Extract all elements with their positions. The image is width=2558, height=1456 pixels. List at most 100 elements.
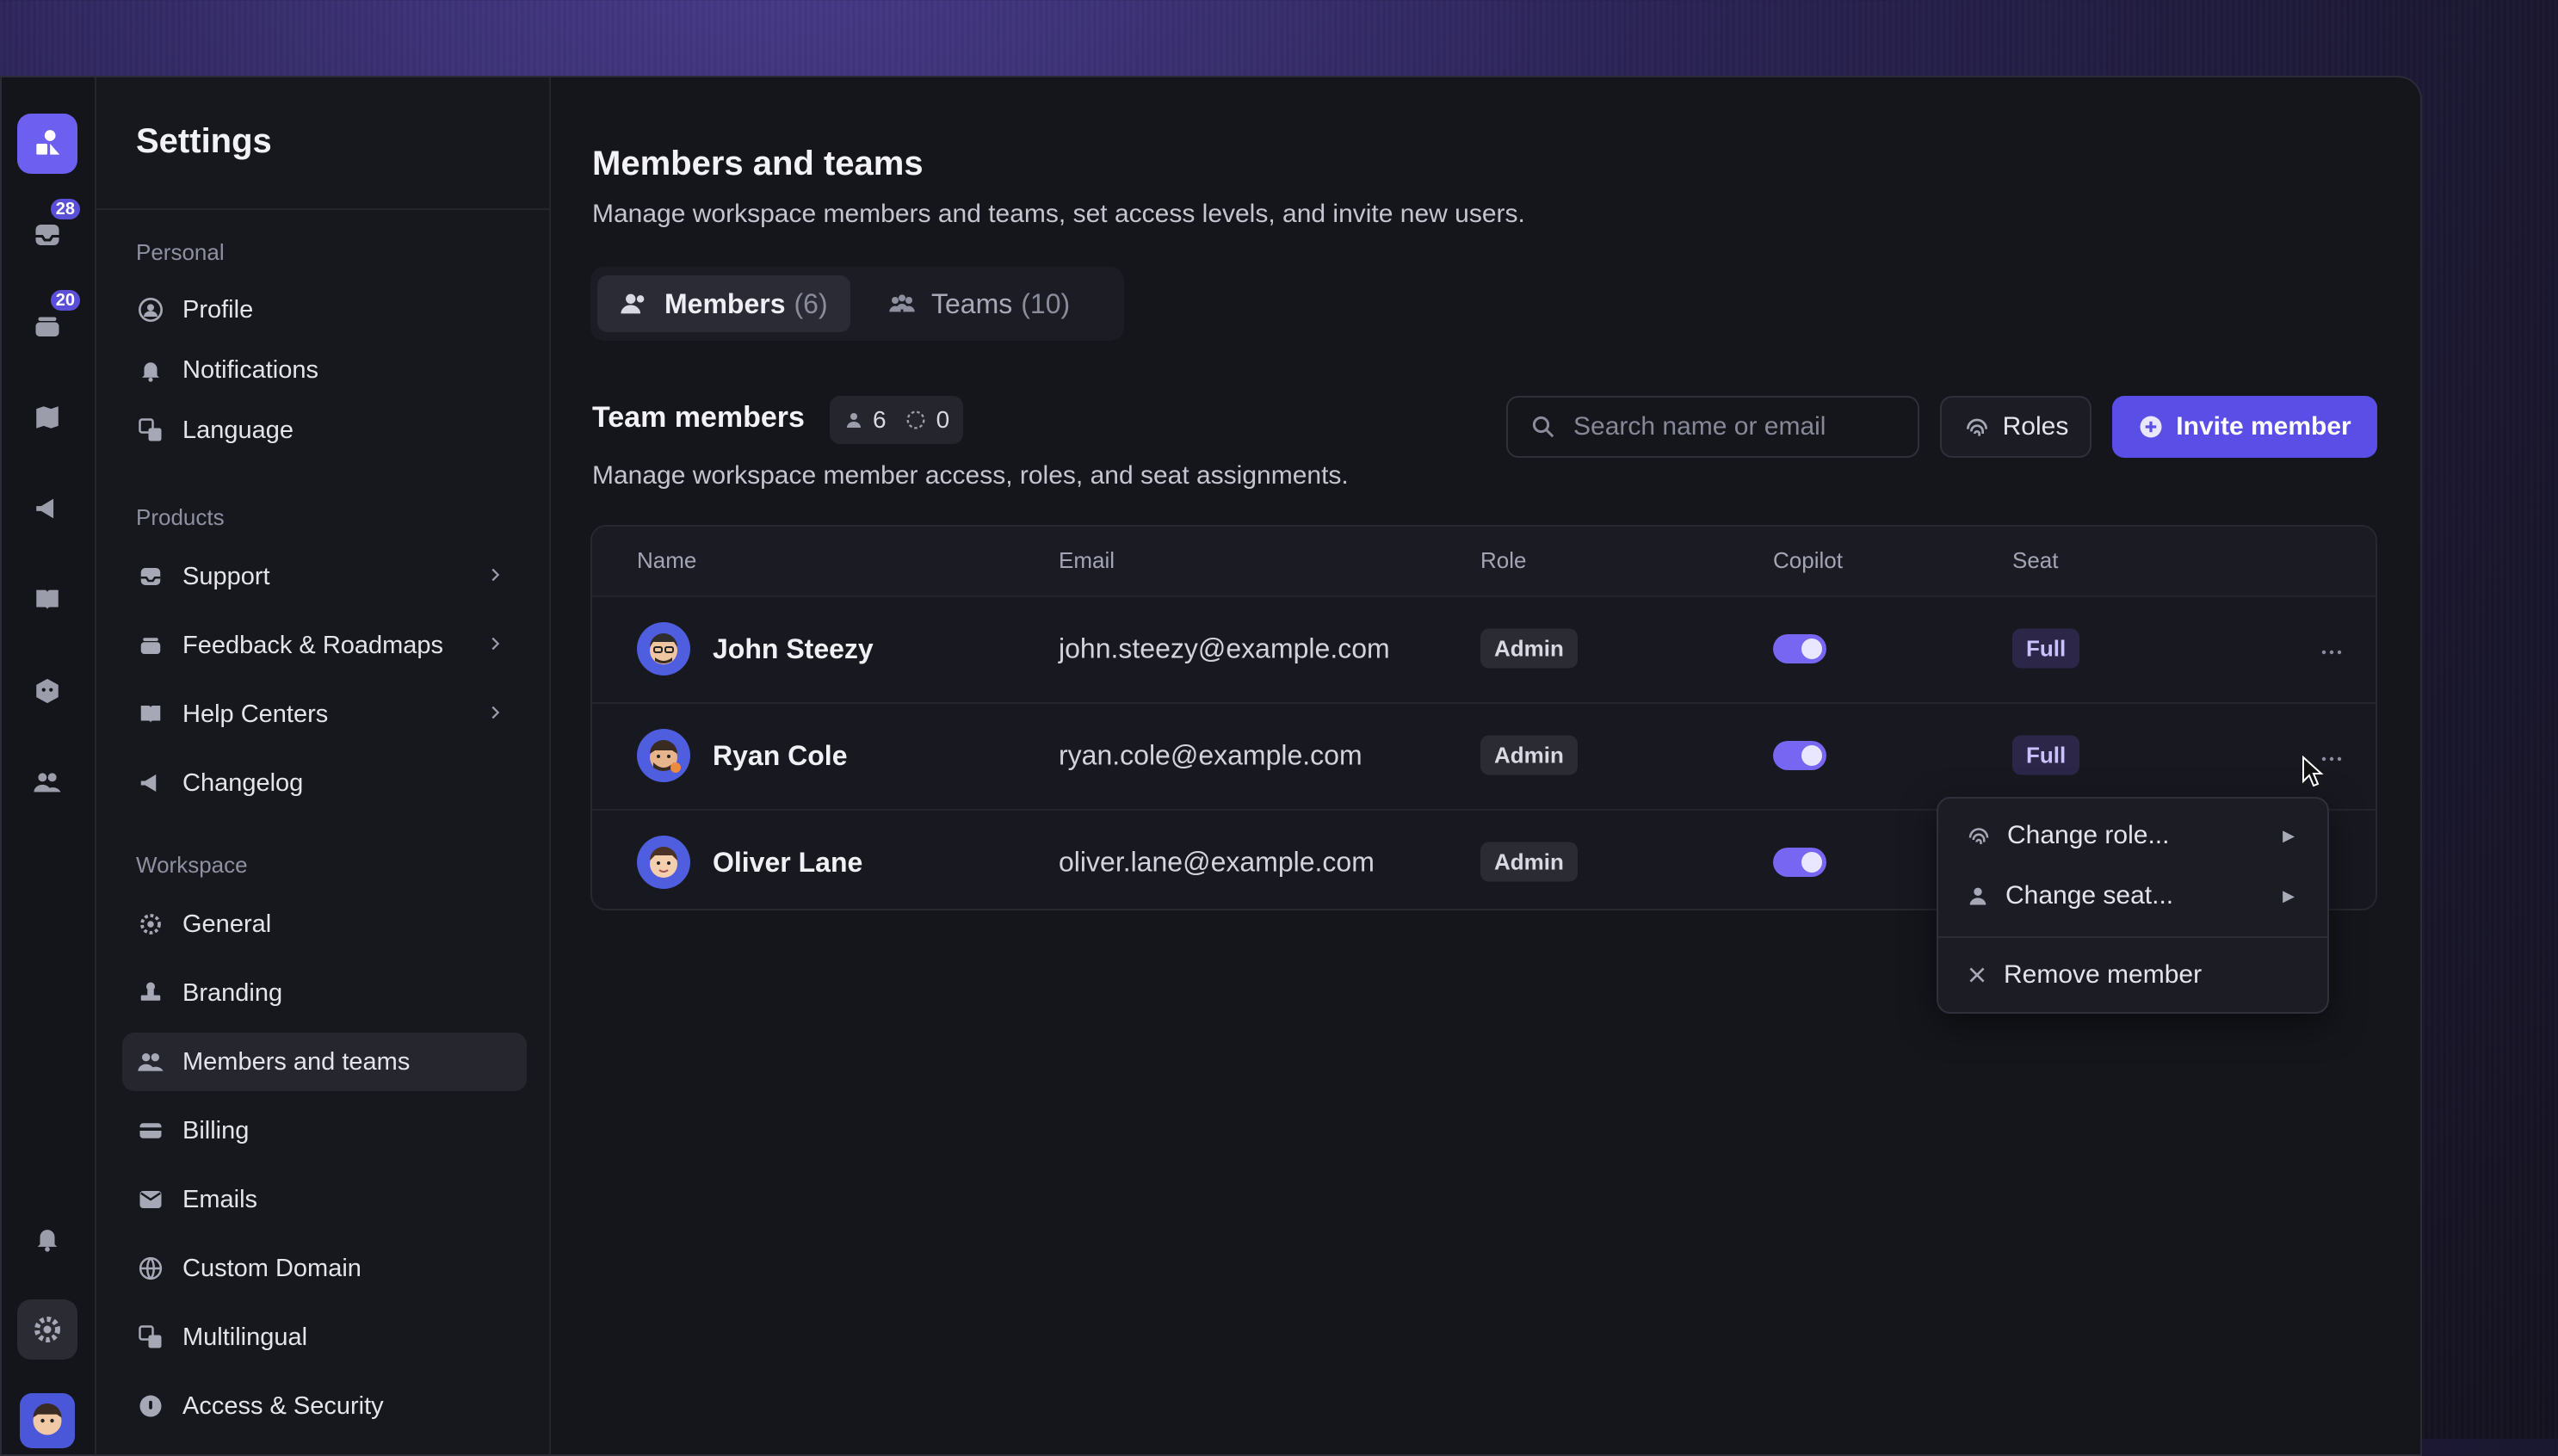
translate-icon	[139, 1325, 162, 1348]
tab-count: (6)	[794, 287, 828, 319]
toggle-switch[interactable]	[1773, 741, 1826, 770]
sidebar-item-label: Emails	[182, 1185, 258, 1213]
more-horizontal-icon	[2321, 650, 2342, 655]
rail-user-avatar[interactable]	[17, 1391, 77, 1451]
column-header-copilot[interactable]: Copilot	[1773, 547, 1843, 574]
chevron-right-icon	[485, 563, 504, 591]
rail-notifications[interactable]	[17, 1208, 77, 1268]
rail-inbox[interactable]: 28	[17, 196, 83, 265]
tab-teams[interactable]: Teams (10)	[866, 275, 1092, 332]
sidebar-item-custom-domain[interactable]: Custom Domain	[122, 1239, 527, 1298]
tab-bar: Members (6) Teams (10)	[590, 267, 1124, 341]
avatar	[20, 1393, 75, 1448]
inbox-badge: 28	[47, 196, 83, 222]
section-products: Products	[136, 504, 225, 530]
stamp-icon	[140, 982, 161, 1001]
close-icon	[1969, 967, 1985, 983]
avatar-face-icon	[650, 847, 677, 878]
menu-divider	[1938, 936, 2327, 938]
sidebar-item-billing[interactable]: Billing	[122, 1101, 527, 1160]
seat-badge: Full	[2012, 735, 2080, 775]
sidebar-item-help-centers[interactable]: Help Centers	[122, 685, 527, 743]
invite-member-button[interactable]: Invite member	[2112, 396, 2377, 458]
rail-users[interactable]	[17, 752, 77, 812]
copilot-toggle[interactable]	[1773, 741, 1826, 770]
search-input[interactable]	[1572, 411, 1902, 442]
sidebar-item-multilingual[interactable]: Multilingual	[122, 1308, 527, 1367]
search-box[interactable]	[1506, 396, 1919, 458]
section-title: Team members	[592, 401, 805, 434]
row-actions-menu: Change role... ▶ Change seat... ▶ Remove…	[1937, 797, 2329, 1014]
column-header-seat[interactable]: Seat	[2012, 547, 2059, 574]
sidebar-item-label: Branding	[182, 978, 283, 1007]
sidebar-item-language[interactable]: Language	[122, 401, 527, 460]
row-actions-button[interactable]	[2320, 634, 2343, 663]
member-name: John Steezy	[713, 632, 874, 664]
rail-help-center[interactable]	[17, 570, 77, 630]
table-header: Name Email Role Copilot Seat	[592, 527, 2376, 597]
column-header-email[interactable]: Email	[1059, 547, 1115, 574]
tab-members[interactable]: Members (6)	[597, 275, 850, 332]
menu-item-change-role[interactable]: Change role... ▶	[1950, 807, 2315, 864]
role-badge: Admin	[1480, 735, 1578, 775]
logo-icon	[36, 130, 60, 155]
rail-changelog[interactable]	[17, 478, 77, 539]
sidebar-item-branding[interactable]: Branding	[122, 964, 527, 1022]
rail-bot[interactable]	[17, 661, 77, 721]
table-row[interactable]: John Steezy john.steezy@example.com Admi…	[592, 595, 2376, 704]
rail-tickets[interactable]: 20	[17, 287, 83, 356]
users-icon	[621, 293, 645, 314]
sidebar-item-label: Custom Domain	[182, 1254, 361, 1282]
section-workspace: Workspace	[136, 852, 248, 878]
rail-settings[interactable]	[17, 1299, 77, 1360]
role-label: Admin	[1480, 628, 1578, 669]
icon-rail: 28 20	[2, 77, 96, 1454]
toggle-switch[interactable]	[1773, 634, 1826, 663]
pending-icon	[906, 410, 925, 429]
sidebar-item-label: Feedback & Roadmaps	[182, 631, 444, 659]
sidebar-item-access-security[interactable]: Access & Security	[122, 1377, 527, 1435]
sidebar-item-changelog[interactable]: Changelog	[122, 754, 527, 812]
sidebar-item-support[interactable]: Support	[122, 547, 527, 606]
app-logo[interactable]	[17, 114, 77, 174]
fingerprint-icon	[1966, 418, 1987, 436]
role-badge: Admin	[1480, 842, 1578, 882]
avatar	[637, 836, 690, 889]
app-window: 28 20 Settings Personal Profile Notifica…	[0, 76, 2422, 1456]
bell-icon	[142, 362, 159, 382]
sidebar-item-feedback-roadmaps[interactable]: Feedback & Roadmaps	[122, 616, 527, 675]
toggle-switch[interactable]	[1773, 848, 1826, 877]
menu-item-remove-member[interactable]: Remove member	[1950, 947, 2315, 1003]
settings-sidebar: Settings Personal Profile Notifications …	[96, 77, 551, 1454]
megaphone-icon	[36, 498, 54, 519]
menu-item-change-seat[interactable]: Change seat... ▶	[1950, 867, 2315, 924]
avatar	[637, 622, 690, 676]
tab-label: Members	[664, 287, 786, 319]
menu-item-label: Remove member	[2004, 960, 2203, 989]
seat-label: Full	[2012, 735, 2080, 775]
tab-count: (10)	[1021, 287, 1071, 319]
user-icon	[1969, 887, 1986, 905]
sidebar-item-emails[interactable]: Emails	[122, 1170, 527, 1229]
section-personal: Personal	[136, 239, 225, 265]
sidebar-item-general[interactable]: General	[122, 895, 527, 953]
avatar-face-icon	[650, 740, 681, 773]
users-icon	[138, 1053, 164, 1071]
map-icon	[36, 406, 59, 429]
copilot-toggle[interactable]	[1773, 634, 1826, 663]
megaphone-icon	[140, 774, 157, 792]
caret-right-icon: ▶	[2283, 886, 2295, 904]
copilot-toggle[interactable]	[1773, 848, 1826, 877]
sidebar-item-members-and-teams[interactable]: Members and teams	[122, 1033, 527, 1091]
sidebar-item-profile[interactable]: Profile	[122, 281, 527, 339]
sidebar-item-notifications[interactable]: Notifications	[122, 341, 527, 399]
sidebar-item-label: Access & Security	[182, 1391, 384, 1420]
column-header-role[interactable]: Role	[1480, 547, 1526, 574]
member-stats-badge: 6 0	[830, 396, 964, 444]
gear-icon	[140, 914, 161, 935]
column-header-name[interactable]: Name	[637, 547, 696, 574]
roles-button[interactable]: Roles	[1940, 396, 2092, 458]
rail-roadmap[interactable]	[17, 387, 77, 447]
lock-icon	[139, 1395, 162, 1417]
table-row[interactable]: Ryan Cole ryan.cole@example.com Admin Fu…	[592, 702, 2376, 811]
